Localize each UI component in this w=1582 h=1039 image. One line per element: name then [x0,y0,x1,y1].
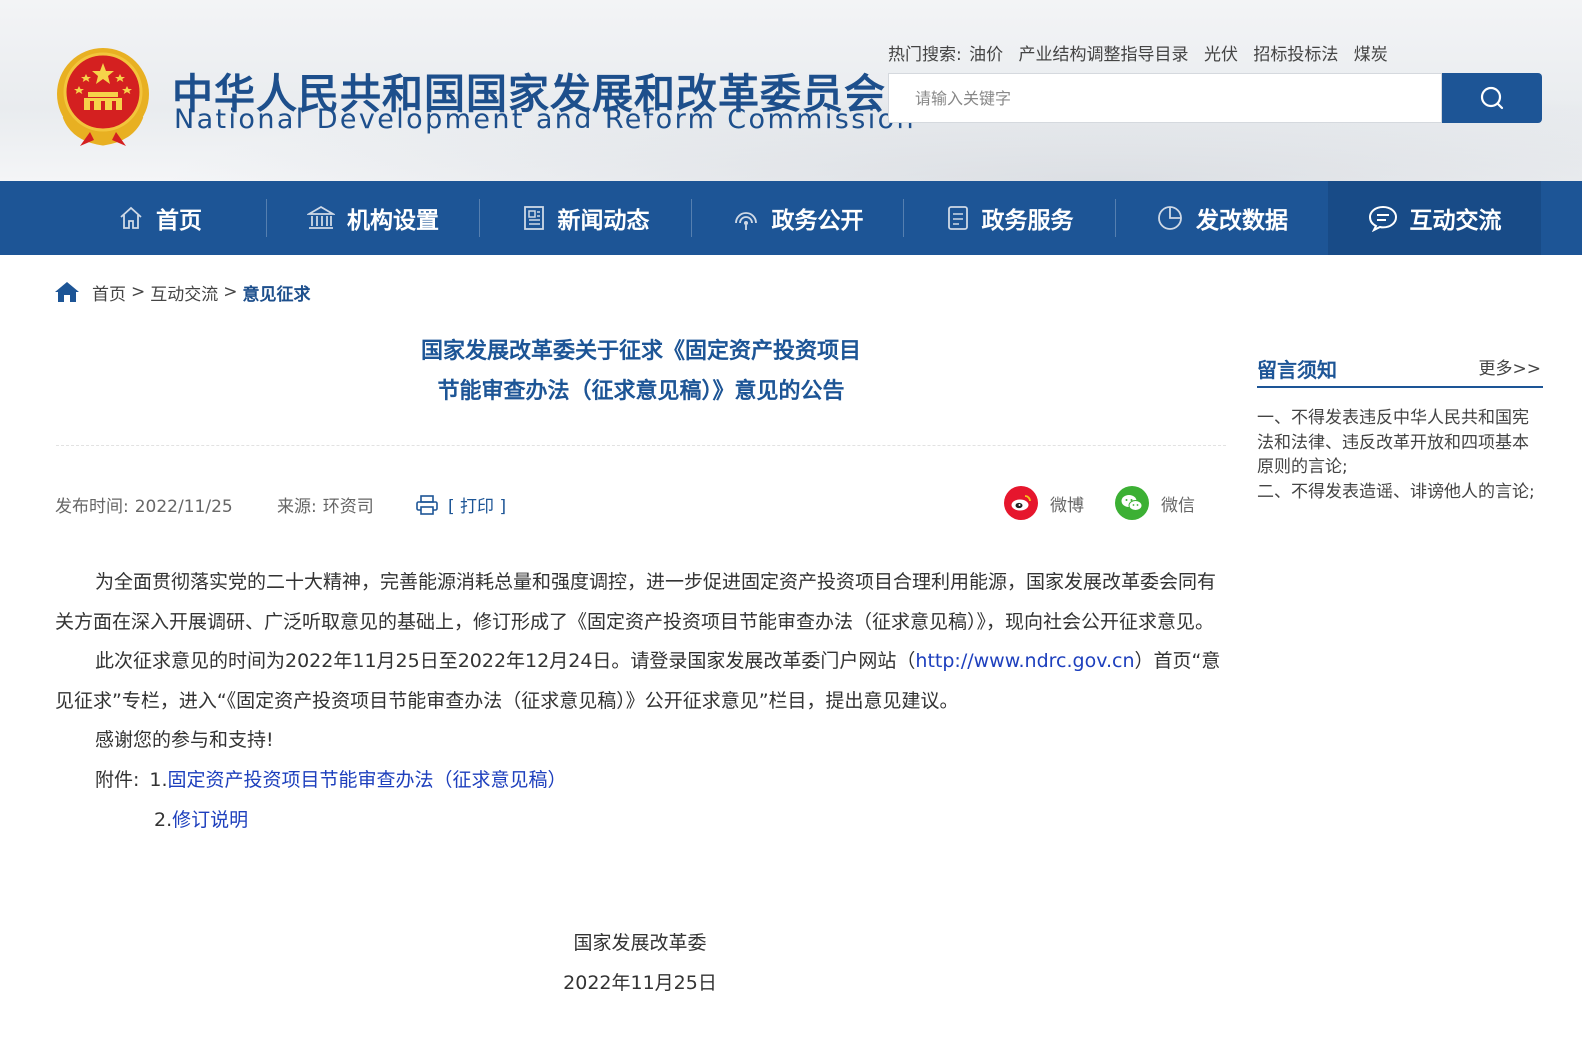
home-icon [120,206,142,229]
nav-item-home[interactable]: 首页 [54,181,266,255]
search-box [888,73,1442,123]
attachment-1: 附件: 1.固定资产投资项目节能审查办法（征求意见稿） [55,761,1227,801]
nav-item-gov-affairs[interactable]: 政务公开 [692,181,903,255]
hot-search-term[interactable]: 煤炭 [1354,45,1388,65]
nav-item-news[interactable]: 新闻动态 [480,181,691,255]
hot-search-term[interactable]: 招标投标法 [1253,45,1338,65]
nav-item-label: 互动交流 [1409,208,1502,234]
hot-search: 热门搜索: 油价 产业结构调整指导目录 光伏 招标投标法 煤炭 [888,40,1398,65]
hot-search-label: 热门搜索: [888,45,962,65]
chat-icon [1368,205,1397,232]
hot-search-term[interactable]: 光伏 [1204,45,1238,65]
nav-item-interaction[interactable]: 互动交流 [1328,181,1541,255]
sidebar-notice: 一、不得发表违反中华人民共和国宪法和法律、违反改革开放和四项基本原则的言论; 二… [1257,406,1541,504]
sidebar-header: 留言须知 更多>> [1257,352,1543,388]
pie-chart-icon [1158,206,1182,230]
article-title: 国家发展改革委关于征求《固定资产投资项目 节能审查办法（征求意见稿）》意见的公告 [56,332,1226,412]
hot-search-term[interactable]: 产业结构调整指导目录 [1019,45,1189,65]
breadcrumb: 首页 > 互动交流 > 意见征求 [54,280,311,305]
share-label: 微博 [1050,495,1084,516]
source-value: 环资司 [322,497,374,517]
hot-search-term[interactable]: 油价 [969,45,1003,65]
publish-label: 发布时间: [55,497,129,517]
signature-date: 2022年11月25日 [563,972,717,994]
paragraph-text: 此次征求意见的时间为2022年11月25日至2022年12月24日。请登录国家发… [95,650,916,673]
site-header: 中华人民共和国国家发展和改革委员会 National Development a… [0,0,1582,181]
nav-item-gov-services[interactable]: 政务服务 [904,181,1115,255]
nav-item-label: 首页 [156,208,202,234]
article-paragraph: 感谢您的参与和支持! [95,729,274,752]
nav-item-data[interactable]: 发改数据 [1116,181,1328,255]
attachment-link-draft[interactable]: 固定资产投资项目节能审查办法（征求意见稿） [168,769,567,791]
attachment-label: 附件: [95,768,140,791]
signature-org: 国家发展改革委 [573,932,707,954]
sidebar-rule: 二、不得发表造谣、诽谤他人的言论; [1257,481,1535,502]
nav-item-label: 政务服务 [981,208,1074,234]
search-button[interactable] [1442,73,1542,123]
sidebar-more-link[interactable]: 更多>> [1479,354,1542,379]
attachment-number: 2. [154,808,173,831]
print-label: [ 打印 ] [448,497,507,517]
sidebar-rule: 一、不得发表违反中华人民共和国宪法和法律、违反改革开放和四项基本原则的言论; [1257,408,1529,477]
weibo-icon [1004,486,1038,520]
sidebar-title: 留言须知 [1257,358,1337,382]
wechat-icon [1115,486,1149,520]
article-source: 来源: 环资司 [277,492,374,517]
breadcrumb-item-home[interactable]: 首页 [92,280,126,305]
nav-item-label: 新闻动态 [557,208,650,234]
attachment-2: 2.修订说明 [55,801,1227,841]
share-weibo[interactable]: 微博 [1004,486,1084,520]
national-emblem-icon[interactable] [54,46,152,148]
search-icon [1480,86,1504,110]
nav-item-label: 机构设置 [347,208,439,234]
nav-item-label: 政务公开 [771,208,864,234]
publish-date: 2022/11/25 [134,497,233,517]
article-title-line: 国家发展改革委关于征求《固定资产投资项目 [420,339,861,364]
attachment-link-explanation[interactable]: 修订说明 [172,809,248,831]
print-button[interactable]: [ 打印 ] [416,492,506,517]
nav-item-organization[interactable]: 机构设置 [267,181,479,255]
article-body: 为全面贯彻落实党的二十大精神，完善能源消耗总量和强度调控，进一步促进固定资产投资… [55,563,1227,840]
article-paragraph: 为全面贯彻落实党的二十大精神，完善能源消耗总量和强度调控，进一步促进固定资产投资… [55,571,1217,633]
article-title-line: 节能审查办法（征求意见稿）》意见的公告 [437,379,845,404]
article-paragraph: 此次征求意见的时间为2022年11月25日至2022年12月24日。请登录国家发… [55,642,1227,721]
breadcrumb-item-current[interactable]: 意见征求 [243,280,311,305]
search-input[interactable] [889,74,1441,122]
breadcrumb-separator: > [131,282,146,302]
main-nav: 首页 机构设置 新闻动态 政务公开 政务服务 发改数据 互动交流 [0,181,1582,255]
attachment-number: 1. [149,768,168,791]
share-label: 微信 [1161,495,1195,516]
home-icon[interactable] [54,281,80,303]
printer-icon [416,494,438,515]
ndrc-website-link[interactable]: http://www.ndrc.gov.cn [915,650,1134,672]
broadcast-icon [734,212,757,230]
divider [56,445,1226,446]
share-wechat[interactable]: 微信 [1115,486,1195,520]
document-icon [947,206,968,230]
building-icon [307,205,335,229]
article-meta: 发布时间: 2022/11/25 来源: 环资司 [55,492,374,517]
newspaper-icon [523,206,544,230]
source-label: 来源: [277,497,317,517]
nav-item-label: 发改数据 [1196,208,1288,234]
breadcrumb-separator: > [223,282,238,302]
breadcrumb-item-interaction[interactable]: 互动交流 [150,280,218,305]
site-title-en[interactable]: National Development and Reform Commissi… [174,104,916,135]
